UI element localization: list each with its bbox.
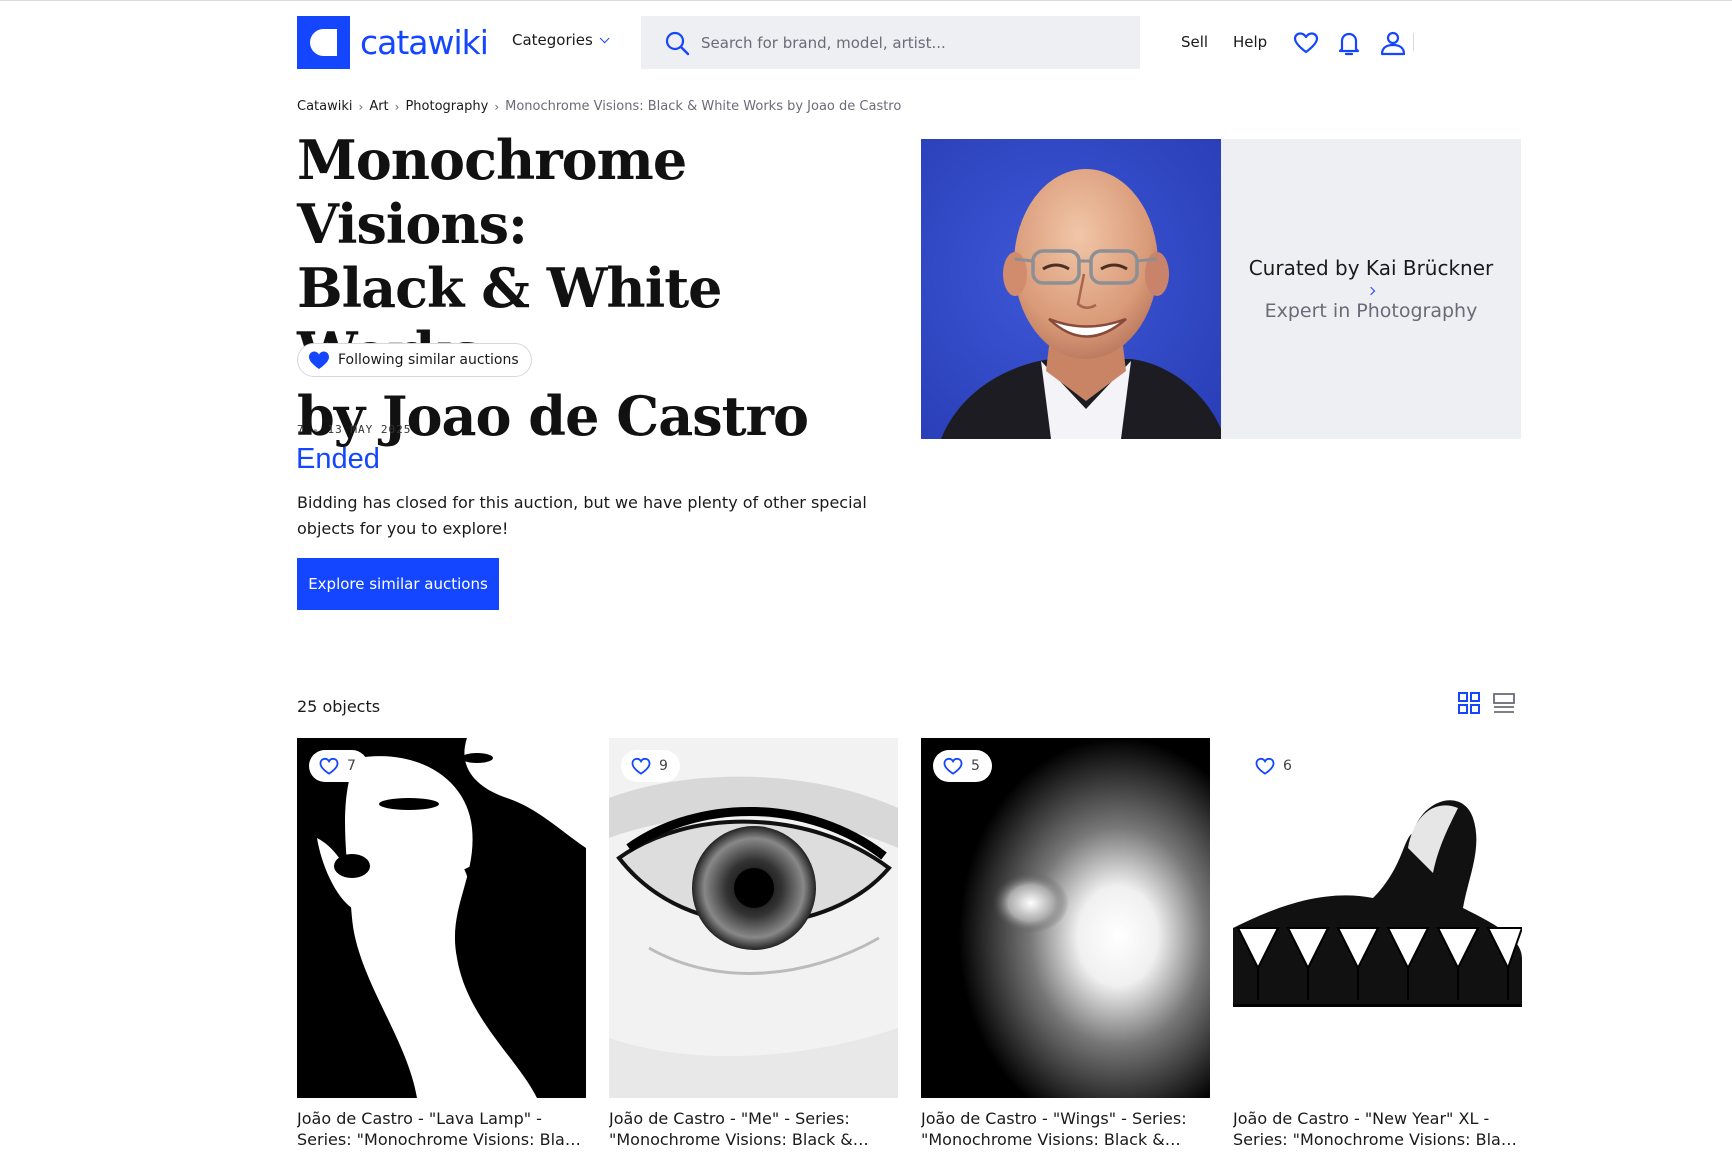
lot-title[interactable]: João de Castro - "Wings" - Series: "Mono… — [921, 1108, 1210, 1150]
breadcrumb-current: Monochrome Visions: Black & White Works … — [505, 99, 902, 114]
categories-label: Categories — [512, 31, 593, 49]
lot-image[interactable]: 5 — [921, 738, 1210, 1098]
lot-title[interactable]: João de Castro - "Me" - Series: "Monochr… — [609, 1108, 898, 1150]
title-line-1: Monochrome Visions: — [297, 128, 687, 256]
search-icon[interactable] — [664, 30, 690, 56]
lot-card[interactable]: 5 João de Castro - "Wings" - Series: "Mo… — [921, 738, 1210, 1150]
logo-text: catawiki — [360, 23, 489, 62]
breadcrumb-separator-icon: › — [494, 99, 500, 114]
follow-label: Following similar auctions — [338, 352, 519, 368]
grid-view-icon[interactable] — [1457, 691, 1481, 715]
favorite-count: 9 — [659, 758, 668, 774]
search-bar — [641, 16, 1140, 69]
favorite-button[interactable]: 7 — [309, 750, 368, 782]
lot-image[interactable]: 7 — [297, 738, 586, 1098]
curator-photo — [921, 139, 1221, 439]
explore-similar-button[interactable]: Explore similar auctions — [297, 558, 499, 610]
lot-card[interactable]: 7 João de Castro - "Lava Lamp" - Series:… — [297, 738, 586, 1150]
help-link[interactable]: Help — [1233, 33, 1267, 51]
list-view-icon[interactable] — [1492, 691, 1516, 715]
favorite-count: 6 — [1283, 758, 1292, 774]
heart-icon — [943, 757, 963, 775]
heart-icon — [319, 757, 339, 775]
curator-card[interactable]: Curated by Kai Brückner Expert in Photog… — [1221, 139, 1521, 439]
curator-role: Expert in Photography — [1264, 300, 1478, 322]
auction-date-range: 7 - 13 MAY 2025 — [297, 423, 412, 436]
lot-image[interactable]: 9 — [609, 738, 898, 1098]
favorite-button[interactable]: 6 — [1245, 750, 1304, 782]
header-divider — [1413, 33, 1414, 51]
page-title: Monochrome Visions: Black & White Works … — [297, 128, 897, 448]
categories-menu-button[interactable]: Categories — [512, 31, 610, 49]
heart-icon — [631, 757, 651, 775]
favorite-count: 5 — [971, 758, 980, 774]
chevron-down-icon — [599, 32, 610, 43]
lot-card[interactable]: 6 João de Castro - "New Year" XL - Serie… — [1233, 738, 1522, 1150]
user-icon[interactable] — [1379, 29, 1407, 57]
title-line-3: by Joao de Castro — [297, 384, 809, 448]
heart-icon — [1255, 757, 1275, 775]
favorite-button[interactable]: 9 — [621, 750, 680, 782]
breadcrumb-photography[interactable]: Photography — [405, 99, 488, 114]
breadcrumb-art[interactable]: Art — [369, 99, 388, 114]
site-header: catawiki Categories Sell Help — [0, 0, 1732, 80]
follow-similar-button[interactable]: Following similar auctions — [297, 343, 532, 377]
favorite-count: 7 — [347, 758, 356, 774]
breadcrumb-separator-icon: › — [358, 99, 364, 114]
search-input[interactable] — [701, 16, 1121, 69]
breadcrumb-catawiki[interactable]: Catawiki — [297, 99, 353, 114]
favorite-button[interactable]: 5 — [933, 750, 992, 782]
breadcrumb: Catawiki › Art › Photography › Monochrom… — [297, 99, 901, 114]
lot-title[interactable]: João de Castro - "Lava Lamp" - Series: "… — [297, 1108, 586, 1150]
curator-name: Curated by Kai Brückner — [1248, 256, 1494, 280]
logo-mark-icon — [297, 16, 350, 69]
heart-icon[interactable] — [1292, 29, 1320, 57]
auction-status: Ended — [296, 443, 380, 475]
breadcrumb-separator-icon: › — [394, 99, 400, 114]
objects-count: 25 objects — [297, 697, 381, 716]
sell-link[interactable]: Sell — [1181, 33, 1208, 51]
heart-filled-icon — [309, 351, 329, 369]
bell-icon[interactable] — [1335, 29, 1363, 57]
chevron-right-icon — [1366, 286, 1376, 296]
lot-card[interactable]: 9 João de Castro - "Me" - Series: "Monoc… — [609, 738, 898, 1150]
auction-description: Bidding has closed for this auction, but… — [297, 493, 867, 538]
lot-title[interactable]: João de Castro - "New Year" XL - Series:… — [1233, 1108, 1522, 1150]
lot-image[interactable]: 6 — [1233, 738, 1522, 1098]
catawiki-logo[interactable]: catawiki — [297, 16, 489, 69]
